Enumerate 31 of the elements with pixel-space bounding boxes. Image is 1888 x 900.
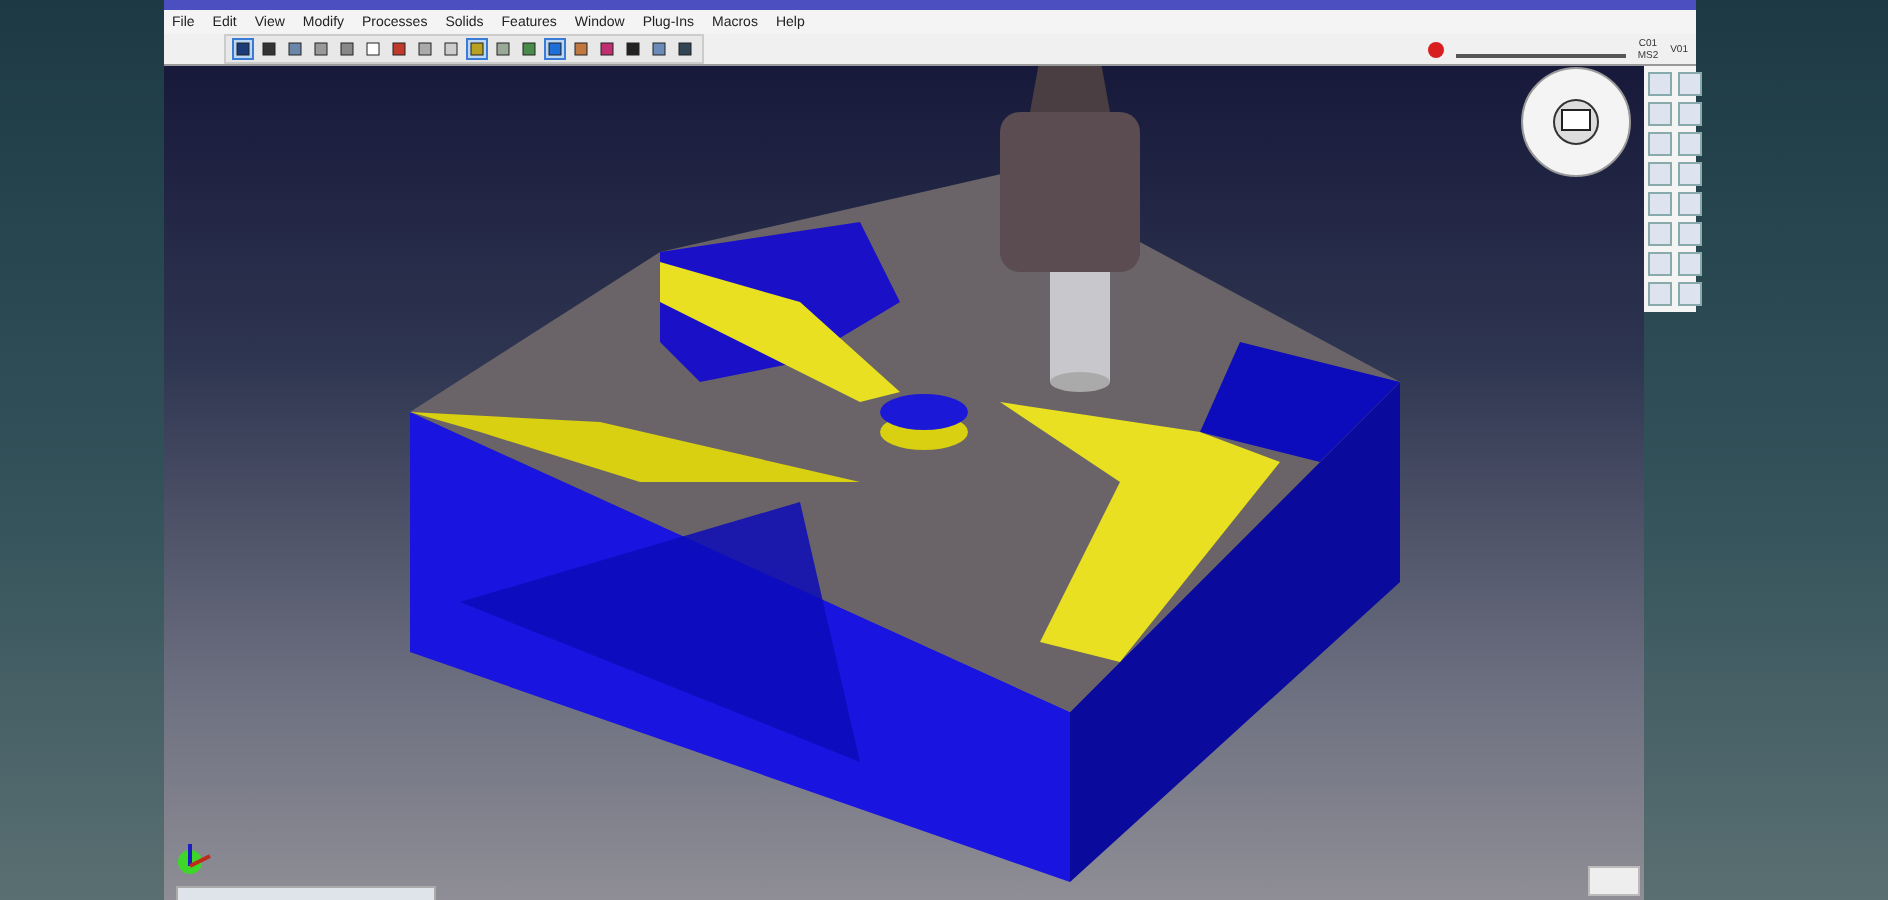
palette-button[interactable]: [1648, 132, 1672, 156]
palette-button[interactable]: [1678, 102, 1702, 126]
toolbar-button[interactable]: [648, 38, 670, 60]
palette-button[interactable]: [1678, 222, 1702, 246]
palette-button[interactable]: [1648, 102, 1672, 126]
palette-button[interactable]: [1678, 192, 1702, 216]
palette-button[interactable]: [1678, 162, 1702, 186]
axis-triad-icon: [172, 840, 216, 876]
palette-button[interactable]: [1648, 162, 1672, 186]
toolbar-button[interactable]: [258, 38, 280, 60]
palette-button[interactable]: [1648, 192, 1672, 216]
palette-button[interactable]: [1678, 282, 1702, 306]
toolbar-button[interactable]: [518, 38, 540, 60]
palette-button[interactable]: [1678, 252, 1702, 276]
toolbar-button[interactable]: [388, 38, 410, 60]
view-wheel-icon[interactable]: [1520, 66, 1632, 178]
palette-button[interactable]: [1678, 72, 1702, 96]
palette-button[interactable]: [1648, 72, 1672, 96]
toolbar-button[interactable]: [622, 38, 644, 60]
toolbar-button[interactable]: [674, 38, 696, 60]
palette-button[interactable]: [1678, 132, 1702, 156]
toolbar-button[interactable]: [596, 38, 618, 60]
stop-icon[interactable]: [1427, 41, 1444, 57]
palette-button[interactable]: [1648, 282, 1672, 306]
palette-button[interactable]: [1648, 222, 1672, 246]
toolbar-button[interactable]: [544, 38, 566, 60]
toolbar-button[interactable]: [570, 38, 592, 60]
toolbar-button[interactable]: [284, 38, 306, 60]
toolbar-button[interactable]: [232, 38, 254, 60]
toolbar-button[interactable]: [336, 38, 358, 60]
palette-button[interactable]: [1648, 252, 1672, 276]
